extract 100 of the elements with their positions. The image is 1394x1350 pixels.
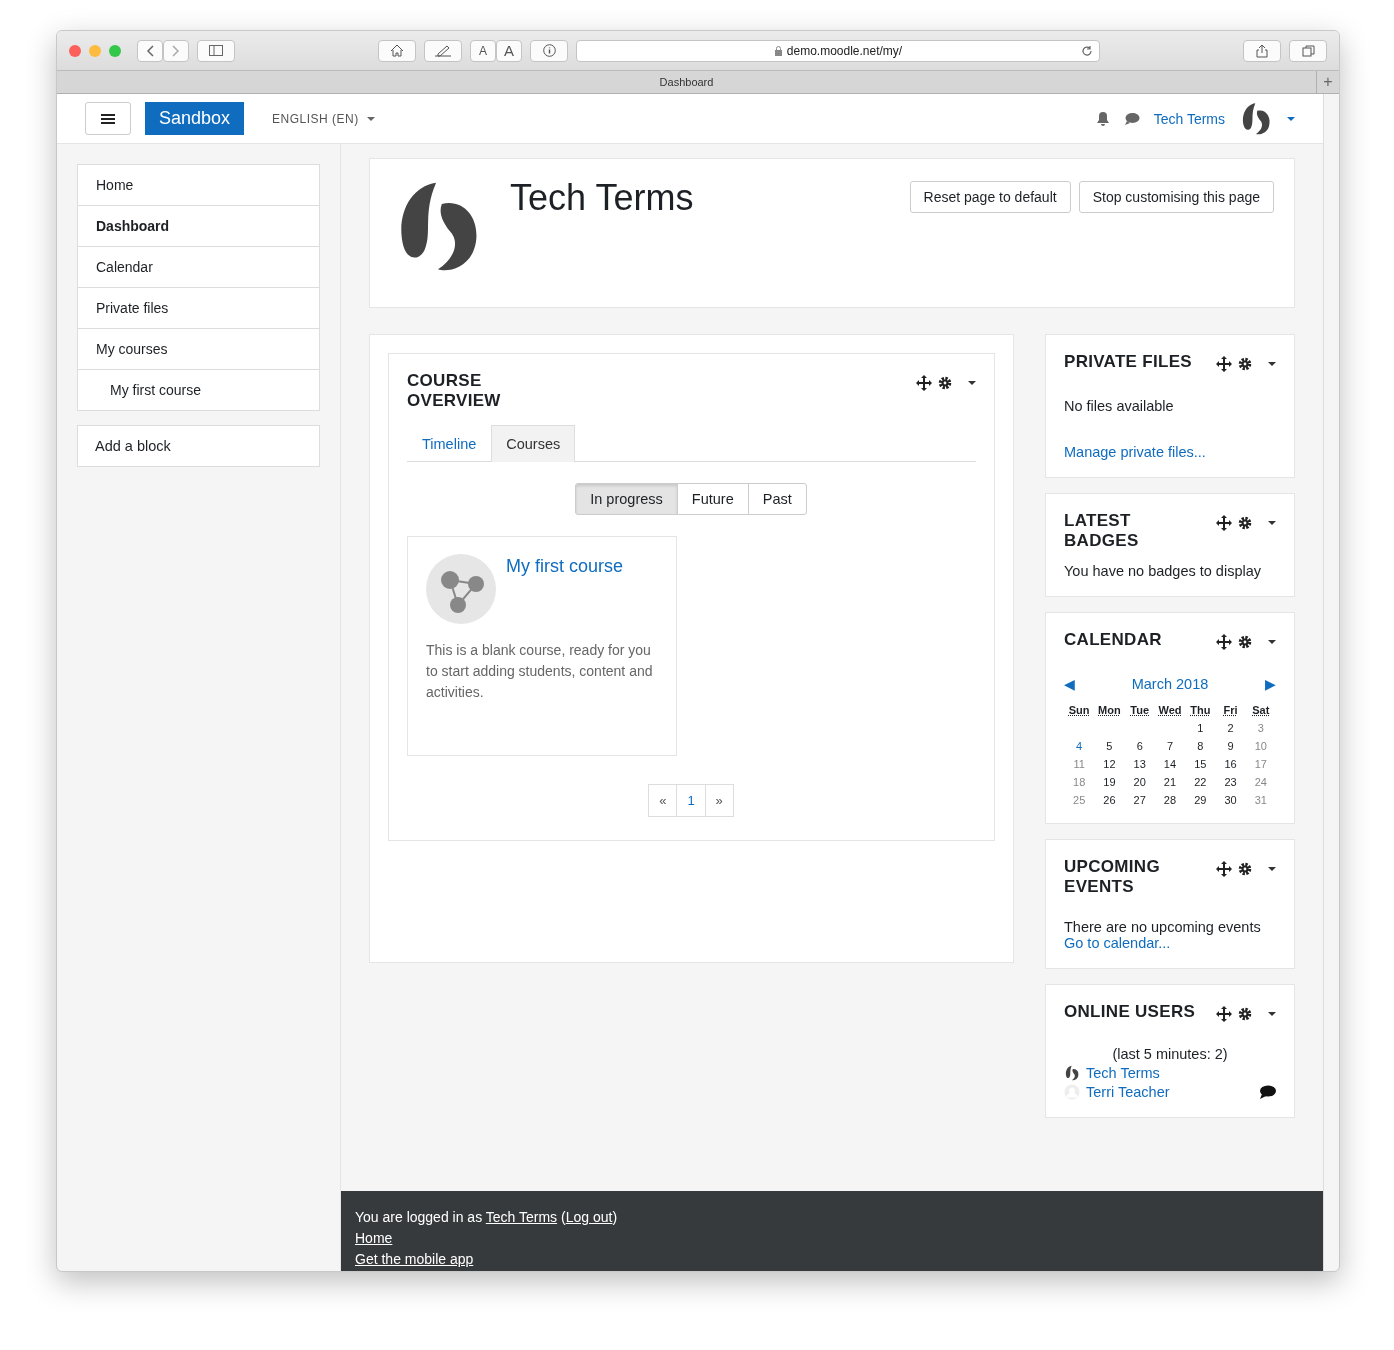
caret-icon[interactable] (1268, 640, 1276, 644)
home-button[interactable] (378, 39, 416, 62)
calendar-day[interactable]: 20 (1124, 776, 1155, 788)
calendar-day[interactable]: 13 (1124, 758, 1155, 770)
calendar-day[interactable]: 3 (1245, 722, 1276, 734)
page-link[interactable]: » (704, 784, 734, 817)
sidebar-button[interactable] (197, 39, 235, 62)
caret-icon[interactable] (1268, 867, 1276, 871)
gear-icon[interactable] (1238, 357, 1252, 371)
block-title: COURSE OVERVIEW (407, 371, 502, 411)
add-block-link[interactable]: Add a block (77, 425, 320, 467)
calendar-day[interactable]: 4 (1064, 740, 1095, 752)
calendar-day[interactable]: 6 (1124, 740, 1155, 752)
move-icon[interactable] (1216, 861, 1232, 877)
previous-month-link[interactable]: ◀ (1064, 676, 1075, 692)
calendar-day[interactable]: 15 (1185, 758, 1216, 770)
move-icon[interactable] (1216, 634, 1232, 650)
browser-tab[interactable]: Dashboard (57, 76, 1316, 88)
info-button[interactable] (530, 39, 568, 62)
calendar-day[interactable]: 28 (1154, 794, 1186, 806)
footer-link[interactable]: Log out (565, 1209, 613, 1225)
calendar-day[interactable]: 31 (1245, 794, 1276, 806)
chat-bubble-icon[interactable] (1123, 112, 1140, 125)
calendar-day[interactable]: 5 (1094, 740, 1125, 752)
message-icon[interactable] (1259, 1085, 1276, 1099)
weekday-label: Sun (1067, 704, 1091, 716)
course-name-link[interactable]: My first course (506, 556, 624, 624)
user-logo-icon (1064, 1065, 1080, 1081)
caret-icon[interactable] (1268, 1012, 1276, 1016)
calendar-day[interactable]: 19 (1094, 776, 1125, 788)
stop-customising-button[interactable]: Stop customising this page (1078, 181, 1274, 213)
move-icon[interactable] (1216, 515, 1232, 531)
calendar-day[interactable]: 2 (1215, 722, 1246, 734)
move-icon[interactable] (1216, 356, 1232, 372)
tab[interactable]: Timeline (407, 425, 492, 462)
calendar-day[interactable]: 1 (1185, 722, 1216, 734)
footer-link[interactable]: Tech Terms (485, 1209, 558, 1225)
move-icon[interactable] (1216, 1006, 1232, 1022)
caret-icon[interactable] (968, 381, 976, 385)
calendar-day[interactable]: 17 (1245, 758, 1276, 770)
menu-button[interactable] (85, 102, 131, 135)
calendar-day[interactable]: 10 (1245, 740, 1276, 752)
block-link[interactable]: Go to calendar... (1064, 935, 1276, 951)
calendar-day[interactable]: 12 (1094, 758, 1125, 770)
tab[interactable]: Courses (491, 425, 576, 462)
sidebar-item[interactable]: Dashboard (78, 206, 319, 247)
footer-link[interactable]: Home (355, 1230, 393, 1246)
filter-button[interactable]: Past (747, 483, 807, 515)
user-link[interactable]: Terri Teacher (1086, 1084, 1170, 1100)
calendar-day[interactable]: 21 (1154, 776, 1186, 788)
user-link[interactable]: Tech Terms (1086, 1065, 1160, 1081)
course-image-icon (426, 554, 496, 624)
calendar-day[interactable]: 16 (1215, 758, 1246, 770)
language-menu[interactable]: ENGLISH (EN) (272, 111, 359, 126)
site-name-button[interactable]: Sandbox (145, 102, 245, 135)
caret-icon[interactable] (366, 116, 375, 121)
calendar-day[interactable]: 14 (1154, 758, 1186, 770)
caret-icon[interactable] (1287, 116, 1295, 121)
sidebar-item[interactable]: Calendar (78, 247, 319, 288)
filter-button[interactable]: In progress (575, 483, 678, 515)
bell-icon[interactable] (1095, 111, 1110, 126)
calendar-day[interactable]: 18 (1064, 776, 1095, 788)
user-name-link[interactable]: Tech Terms (1153, 110, 1225, 127)
calendar-day[interactable]: 23 (1215, 776, 1246, 788)
smaller-text-button[interactable]: A (470, 39, 496, 62)
block-link[interactable]: Manage private files... (1064, 444, 1276, 460)
larger-text-button[interactable]: A (496, 39, 522, 62)
calendar-day[interactable]: 25 (1064, 794, 1095, 806)
caret-icon[interactable] (1268, 362, 1276, 366)
calendar-day[interactable]: 11 (1064, 758, 1095, 770)
calendar-day[interactable]: 29 (1185, 794, 1216, 806)
page-link[interactable]: 1 (676, 784, 706, 817)
calendar-day[interactable]: 30 (1215, 794, 1246, 806)
gear-icon[interactable] (1238, 635, 1252, 649)
page-link[interactable]: « (648, 784, 678, 817)
gear-icon[interactable] (938, 376, 952, 390)
calendar-day[interactable]: 8 (1185, 740, 1216, 752)
filter-button[interactable]: Future (676, 483, 749, 515)
next-month-link[interactable]: ▶ (1265, 676, 1276, 692)
new-tab-button[interactable]: + (1316, 71, 1339, 93)
sidebar-item[interactable]: Home (78, 165, 319, 206)
sidebar-item[interactable]: My courses (78, 329, 319, 370)
address-bar[interactable]: demo.moodle.net/my/ (576, 39, 1100, 62)
calendar-day[interactable]: 26 (1094, 794, 1125, 806)
footer-link[interactable]: Get the mobile app (355, 1251, 474, 1267)
move-icon[interactable] (916, 375, 932, 391)
gear-icon[interactable] (1238, 1007, 1252, 1021)
calendar-day[interactable]: 27 (1124, 794, 1155, 806)
edit-button[interactable] (424, 39, 462, 62)
calendar-day[interactable]: 9 (1215, 740, 1246, 752)
gear-icon[interactable] (1238, 862, 1252, 876)
sidebar-item[interactable]: My first course (78, 370, 319, 410)
reset-page-button[interactable]: Reset page to default (909, 181, 1071, 213)
calendar-day[interactable]: 24 (1245, 776, 1276, 788)
calendar-day[interactable]: 7 (1154, 740, 1186, 752)
caret-icon[interactable] (1268, 521, 1276, 525)
calendar-day[interactable]: 22 (1185, 776, 1216, 788)
sidebar-item[interactable]: Private files (78, 288, 319, 329)
reload-icon[interactable] (1081, 44, 1093, 57)
gear-icon[interactable] (1238, 516, 1252, 530)
